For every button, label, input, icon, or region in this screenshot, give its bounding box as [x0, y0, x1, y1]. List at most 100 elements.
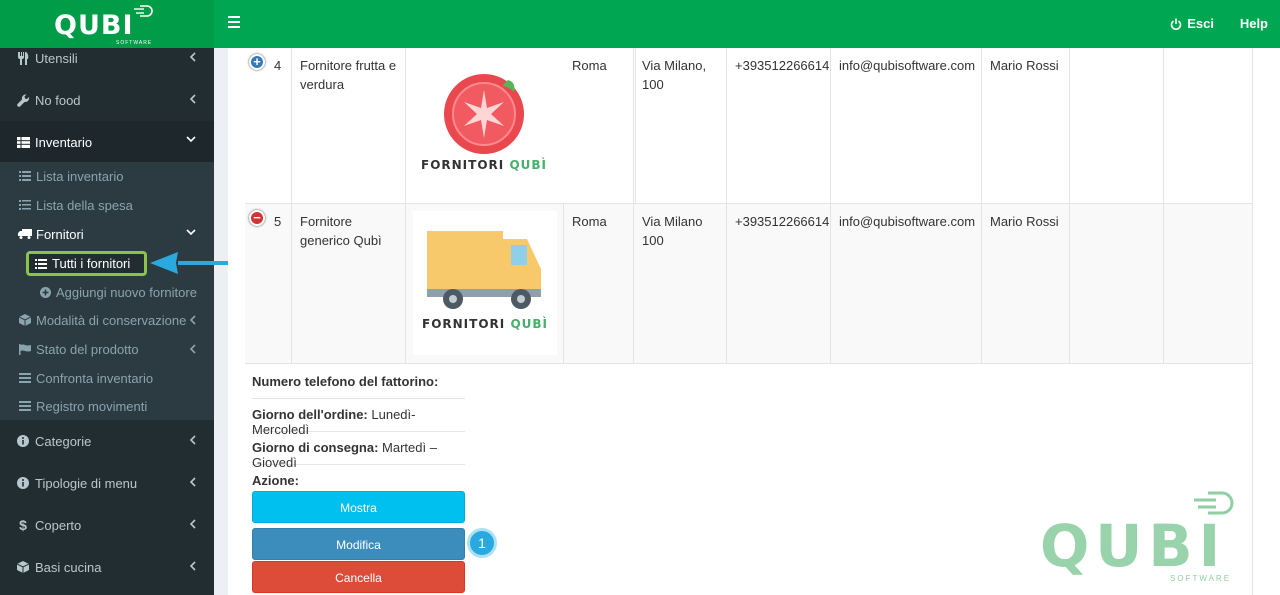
- chevron-left-icon: [189, 519, 196, 529]
- detail-label: Giorno dell'ordine:: [252, 407, 368, 422]
- sidebar-toggle-icon[interactable]: [228, 16, 240, 28]
- sidebar-item-label: Coperto: [35, 517, 82, 533]
- row-number: 4: [274, 58, 282, 73]
- sidebar-item-confronta[interactable]: Confronta inventario: [0, 364, 214, 392]
- sidebar-item-label: No food: [35, 92, 81, 108]
- sidebar-item-label: Tipologie di menu: [35, 475, 138, 491]
- sub-item-label: Fornitori: [36, 226, 84, 242]
- sub-item-label: Aggiungi nuovo fornitore: [56, 284, 197, 300]
- collapse-row-icon[interactable]: −: [249, 210, 265, 226]
- sidebar-item-aggiungi-fornitore[interactable]: Aggiungi nuovo fornitore: [0, 278, 214, 306]
- truck-icon: [18, 229, 32, 239]
- top-navbar: Esci Help: [214, 0, 1280, 48]
- power-icon: [1171, 18, 1182, 30]
- sidebar-item-categorie[interactable]: Categorie: [0, 420, 214, 462]
- bars-icon: [18, 401, 32, 411]
- logo-brand: QUBÌ: [510, 317, 548, 331]
- sidebar-item-no-food[interactable]: No food: [0, 79, 214, 121]
- logo-brand: QUBÌ: [509, 158, 547, 172]
- cube-icon: [16, 561, 30, 573]
- expand-row-icon[interactable]: +: [249, 54, 265, 70]
- table-cell-contact: Mario Rossi: [982, 48, 1070, 203]
- detail-label: Numero telefono del fattorino:: [252, 374, 439, 389]
- info-icon: [16, 435, 30, 447]
- edit-button[interactable]: Modifica: [252, 528, 465, 560]
- brand-logo[interactable]: QUBI SOFTWARE: [0, 0, 214, 48]
- supplier-logo-tomato: FORNITORI QUBÌ: [412, 52, 556, 196]
- logout-label: Esci: [1187, 16, 1214, 31]
- detail-label: Azione:: [252, 473, 299, 488]
- logo-caption: FORNITORI: [421, 158, 505, 172]
- sidebar-item-coperto[interactable]: $ Coperto: [0, 504, 214, 546]
- chevron-down-icon: [186, 136, 196, 143]
- detail-delivery-phone: Numero telefono del fattorino:: [252, 366, 465, 399]
- chevron-left-icon: [189, 52, 196, 62]
- flag-icon: [18, 343, 32, 355]
- show-button[interactable]: Mostra: [252, 491, 465, 523]
- sidebar-item-label: Categorie: [35, 433, 92, 449]
- bars-icon: [18, 373, 32, 383]
- info-icon: [16, 477, 30, 489]
- chevron-left-icon: [189, 344, 196, 354]
- table-cell-empty: [1070, 48, 1164, 203]
- sub-item-label: Confronta inventario: [36, 370, 154, 386]
- table-cell-email: info@qubisoftware.com: [831, 204, 982, 363]
- chevron-left-icon: [189, 477, 196, 487]
- table-cell-name: Fornitore frutta e verdura: [292, 48, 406, 203]
- chevron-left-icon: [189, 315, 196, 325]
- brand-speed-icon: [134, 5, 153, 17]
- table-cell-logo: FORNITORI QUBÌ: [406, 204, 564, 363]
- table-cell-city: Roma: [564, 48, 634, 203]
- chevron-left-icon: [189, 435, 196, 445]
- table-cell-phone: +393512266614: [727, 204, 831, 363]
- table-cell-index: − 5: [245, 204, 292, 363]
- chevron-left-icon: [189, 94, 196, 104]
- brand-logo-text: QUBI: [54, 10, 134, 41]
- logout-button[interactable]: Esci: [1170, 16, 1214, 31]
- table-cell-name: Fornitore generico Qubì: [292, 204, 406, 363]
- table-cell-empty: [1164, 204, 1253, 363]
- cube-icon: [18, 314, 32, 326]
- sidebar-item-conservazione[interactable]: Modalità di conservazione: [0, 306, 214, 334]
- list-icon: [35, 258, 47, 269]
- sub-item-label: Lista della spesa: [36, 197, 133, 213]
- utensils-icon: [16, 51, 30, 65]
- watermark-logo: QUBI SOFTWARE: [1040, 488, 1260, 592]
- supplier-logo-truck: FORNITORI QUBÌ: [413, 211, 557, 355]
- sidebar-item-fornitori[interactable]: Fornitori: [0, 220, 214, 248]
- logo-caption: FORNITORI: [422, 317, 506, 331]
- sidebar-item-label: Basi cucina: [35, 559, 102, 575]
- sidebar-item-lista-spesa[interactable]: Lista della spesa: [0, 191, 214, 219]
- sidebar-item-basi-cucina[interactable]: Basi cucina: [0, 546, 214, 588]
- chevron-left-icon: [189, 561, 196, 571]
- row-number: 5: [274, 214, 282, 229]
- sub-item-label: Modalità di conservazione: [36, 312, 187, 328]
- sidebar-item-registro[interactable]: Registro movimenti: [0, 392, 214, 420]
- help-link[interactable]: Help: [1240, 16, 1268, 31]
- sidebar-item-stato-prodotto[interactable]: Stato del prodotto: [0, 335, 214, 363]
- table-cell-empty: [1070, 204, 1164, 363]
- sub-item-label: Lista inventario: [36, 168, 124, 184]
- plus-circle-icon: [38, 286, 52, 298]
- sidebar-item-utensili[interactable]: Utensili: [0, 48, 214, 79]
- sidebar-item-lista-inventario[interactable]: Lista inventario: [0, 162, 214, 190]
- sub-item-label: Registro movimenti: [36, 398, 148, 414]
- brand-logo-subtext: SOFTWARE: [116, 40, 153, 46]
- detail-order-day: Giorno dell'ordine: Lunedì-Mercoledì: [252, 399, 465, 437]
- table-cell-phone: +393512266614: [727, 48, 831, 203]
- table-cell-email: info@qubisoftware.com: [831, 48, 982, 203]
- table-cell-address: Via Milano, 100: [634, 48, 727, 203]
- main-content: + 4 Fornitore frutta e verdura FORNITORI…: [228, 48, 1280, 595]
- sidebar-item-inventario[interactable]: Inventario: [0, 121, 214, 163]
- sidebar-item-label: Inventario: [35, 134, 93, 150]
- sidebar-item-tipologie-menu[interactable]: Tipologie di menu: [0, 462, 214, 504]
- table-row: + 4 Fornitore frutta e verdura FORNITORI…: [245, 48, 1253, 204]
- sidebar-item-tutti-fornitori[interactable]: Tutti i fornitori: [26, 251, 147, 276]
- delete-button[interactable]: Cancella: [252, 561, 465, 593]
- inventario-submenu: Lista inventario Lista della spesa Forni…: [0, 162, 214, 420]
- wrench-icon: [16, 93, 30, 107]
- detail-label: Giorno di consegna:: [252, 440, 379, 455]
- dollar-icon: $: [19, 517, 27, 533]
- list-ul-icon: [18, 200, 32, 210]
- table-cell-index: + 4: [245, 48, 292, 203]
